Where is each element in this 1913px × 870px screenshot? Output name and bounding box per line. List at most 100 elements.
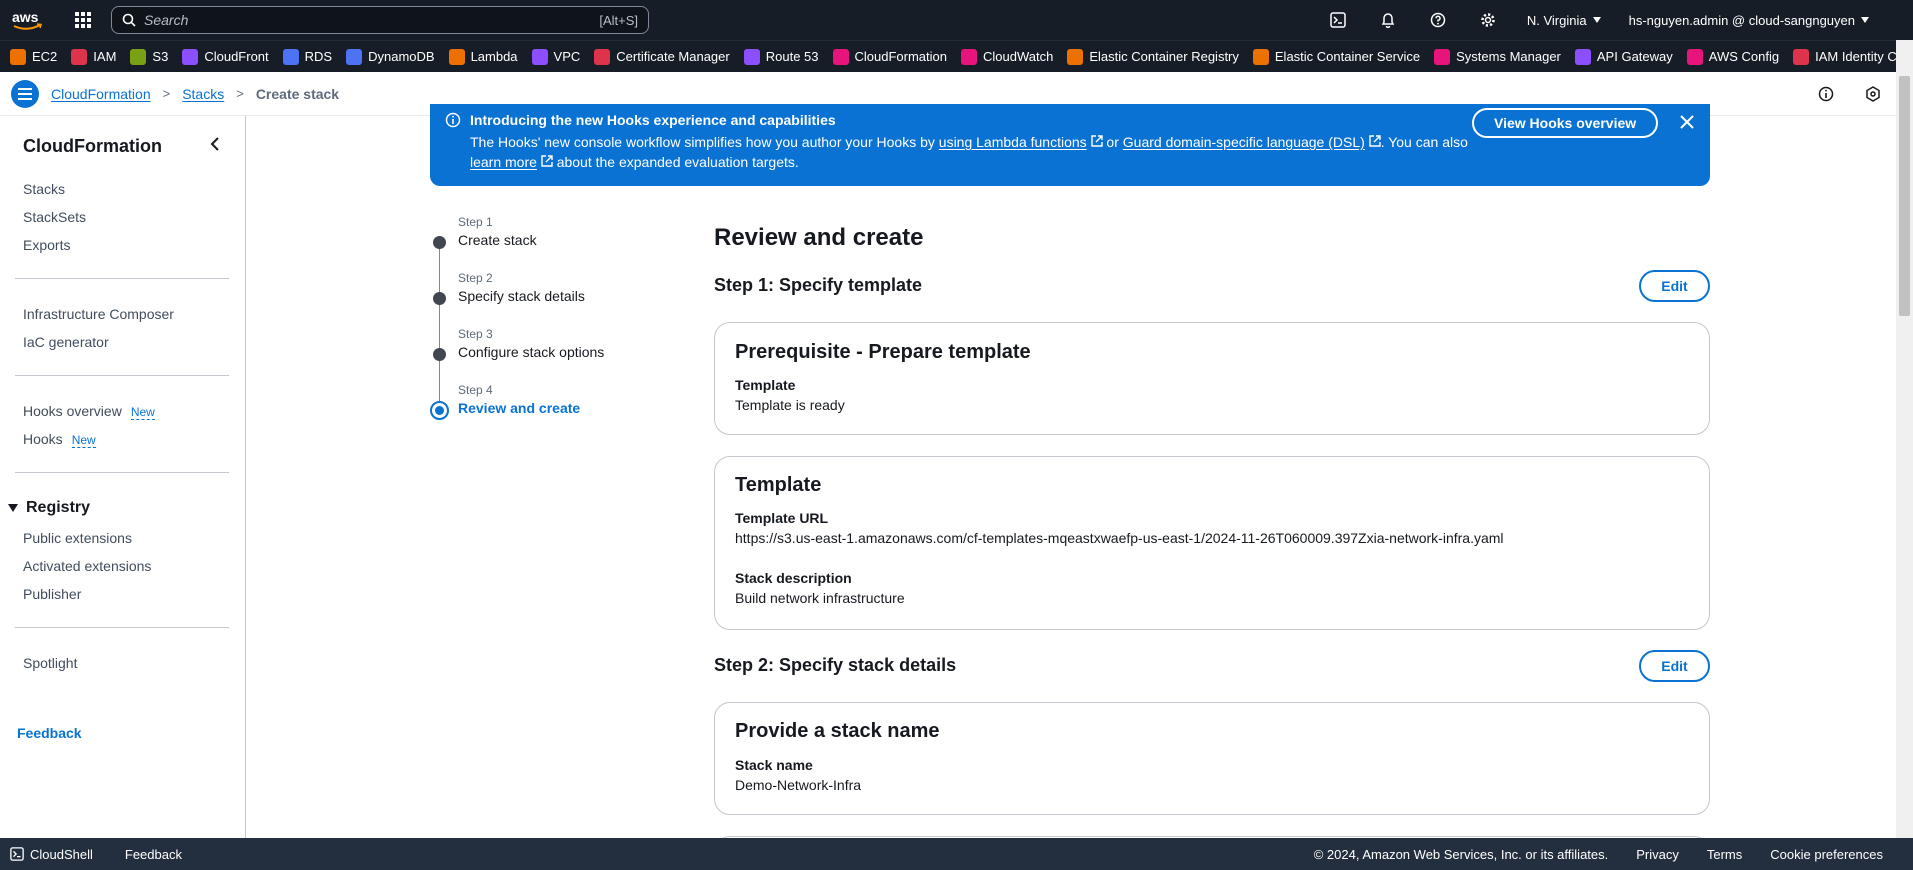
side-navigation: CloudFormation Stacks StackSets Exports … bbox=[0, 116, 246, 838]
lambda-functions-link[interactable]: using Lambda functions bbox=[939, 134, 1087, 150]
search-placeholder: Search bbox=[144, 12, 189, 28]
sidebar-item-infrastructure-composer[interactable]: Infrastructure Composer bbox=[23, 306, 174, 322]
service-icon bbox=[448, 48, 465, 65]
favorite-cloudwatch[interactable]: CloudWatch bbox=[961, 48, 1054, 65]
favorite-label: Lambda bbox=[470, 49, 518, 64]
favorite-label: Systems Manager bbox=[1456, 49, 1561, 64]
favorite-label: Elastic Container Registry bbox=[1089, 49, 1239, 64]
cloudshell-icon bbox=[10, 847, 24, 861]
cloudshell-icon[interactable] bbox=[1313, 0, 1363, 40]
page-scrollbar[interactable] bbox=[1896, 40, 1913, 870]
view-hooks-overview-button[interactable]: View Hooks overview bbox=[1472, 108, 1659, 138]
card-title: Provide a stack name bbox=[735, 720, 940, 742]
feedback-footer-button[interactable]: Feedback bbox=[125, 847, 182, 862]
menu-icon[interactable] bbox=[11, 79, 39, 108]
sidebar-item-activated-extensions[interactable]: Activated extensions bbox=[23, 558, 151, 574]
sidebar-item-hooks-overview[interactable]: Hooks overview New bbox=[23, 403, 155, 420]
favorite-ec2[interactable]: EC2 bbox=[10, 48, 57, 65]
prerequisite-card: Prerequisite - Prepare template Template… bbox=[714, 322, 1710, 435]
service-icon bbox=[10, 48, 26, 65]
info-icon[interactable] bbox=[1802, 72, 1849, 116]
wizard-step-2[interactable]: Step 2 Specify stack details bbox=[458, 271, 585, 304]
guard-dsl-link[interactable]: Guard domain-specific language (DSL) bbox=[1123, 134, 1365, 150]
favorite-rds[interactable]: RDS bbox=[282, 48, 332, 65]
caret-down-icon bbox=[8, 504, 18, 512]
service-icon bbox=[346, 48, 363, 65]
section-heading-step-2: Step 2: Specify stack details bbox=[714, 655, 957, 675]
favorite-systems-manager[interactable]: Systems Manager bbox=[1434, 48, 1561, 65]
aws-logo[interactable]: aws bbox=[0, 0, 54, 40]
favorite-label: CloudFront bbox=[204, 49, 269, 64]
region-selector[interactable]: N. Virginia bbox=[1513, 13, 1615, 28]
collapse-sidebar-icon[interactable] bbox=[205, 134, 225, 154]
sidebar-divider bbox=[15, 278, 229, 279]
favorite-label: VPC bbox=[553, 49, 581, 64]
step-label: Review and create bbox=[458, 400, 581, 416]
sidebar-item-spotlight[interactable]: Spotlight bbox=[23, 655, 77, 671]
stack-name-key: Stack name bbox=[735, 757, 813, 773]
breadcrumb-cloudformation[interactable]: CloudFormation bbox=[51, 86, 151, 102]
gear-icon[interactable] bbox=[1463, 0, 1513, 40]
favorite-label: IAM bbox=[93, 49, 117, 64]
sidebar-item-publisher[interactable]: Publisher bbox=[23, 586, 81, 602]
cloudshell-footer-button[interactable]: CloudShell bbox=[10, 847, 93, 862]
favorite-aws-config[interactable]: AWS Config bbox=[1686, 48, 1779, 65]
breadcrumb-current: Create stack bbox=[255, 85, 340, 102]
search-input[interactable]: Search [Alt+S] bbox=[111, 6, 649, 34]
privacy-link[interactable]: Privacy bbox=[1636, 847, 1679, 862]
favorite-iam[interactable]: IAM bbox=[71, 48, 117, 65]
favorite-api-gateway[interactable]: API Gateway bbox=[1574, 48, 1673, 65]
section-heading-step-1: Step 1: Specify template bbox=[714, 275, 923, 295]
template-key: Template bbox=[735, 377, 796, 393]
svg-text:aws: aws bbox=[12, 9, 39, 25]
sidebar-item-stacks[interactable]: Stacks bbox=[23, 181, 65, 197]
help-icon[interactable] bbox=[1413, 0, 1463, 40]
top-navigation: aws Search [Alt+S] N. Virginia hs-nguyen… bbox=[0, 0, 1913, 40]
edit-step-2-button[interactable]: Edit bbox=[1639, 650, 1710, 682]
scrollbar-thumb[interactable] bbox=[1899, 76, 1910, 316]
favorite-lambda[interactable]: Lambda bbox=[448, 48, 518, 65]
edit-step-1-button[interactable]: Edit bbox=[1639, 270, 1710, 302]
wizard-step-1[interactable]: Step 1 Create stack bbox=[458, 215, 537, 248]
close-icon[interactable] bbox=[1675, 110, 1699, 134]
step-current-icon bbox=[430, 401, 449, 420]
learn-more-link[interactable]: learn more bbox=[470, 154, 537, 170]
sidebar-section-registry[interactable]: Registry bbox=[8, 499, 90, 517]
favorite-iam-identity-c[interactable]: IAM Identity C bbox=[1793, 48, 1897, 65]
sidebar-item-iac-generator[interactable]: IaC generator bbox=[23, 334, 109, 350]
sidebar-item-hooks[interactable]: Hooks New bbox=[23, 431, 96, 448]
step-number: Step 4 bbox=[458, 383, 493, 397]
service-icon bbox=[1252, 48, 1269, 65]
favorite-label: IAM Identity C bbox=[1815, 49, 1897, 64]
banner-text: about the expanded evaluation targets. bbox=[552, 154, 799, 170]
step-number: Step 3 bbox=[458, 327, 493, 341]
info-icon bbox=[445, 112, 461, 131]
sidebar-item-exports[interactable]: Exports bbox=[23, 237, 70, 253]
favorite-label: CloudWatch bbox=[983, 49, 1054, 64]
favorite-cloudformation[interactable]: CloudFormation bbox=[832, 48, 947, 65]
settings-panel-icon[interactable] bbox=[1849, 72, 1896, 116]
favorite-cloudfront[interactable]: CloudFront bbox=[182, 48, 269, 65]
cookie-preferences-link[interactable]: Cookie preferences bbox=[1770, 847, 1883, 862]
step-label: Specify stack details bbox=[458, 288, 585, 304]
favorite-certificate-manager[interactable]: Certificate Manager bbox=[594, 48, 730, 65]
terms-link[interactable]: Terms bbox=[1707, 847, 1742, 862]
favorite-elastic-container-service[interactable]: Elastic Container Service bbox=[1252, 48, 1420, 65]
step-complete-icon bbox=[433, 236, 446, 249]
search-shortcut: [Alt+S] bbox=[599, 12, 638, 28]
account-menu[interactable]: hs-nguyen.admin @ cloud-sangnguyen bbox=[1615, 13, 1883, 28]
favorite-s3[interactable]: S3 bbox=[130, 48, 168, 65]
favorite-vpc[interactable]: VPC bbox=[531, 48, 581, 65]
services-menu-icon[interactable] bbox=[68, 5, 98, 35]
breadcrumb-stacks[interactable]: Stacks bbox=[182, 86, 224, 102]
sidebar-item-stacksets[interactable]: StackSets bbox=[23, 209, 86, 225]
wizard-step-3[interactable]: Step 3 Configure stack options bbox=[458, 327, 604, 360]
sidebar-item-public-extensions[interactable]: Public extensions bbox=[23, 530, 132, 546]
favorite-elastic-container-registry[interactable]: Elastic Container Registry bbox=[1067, 48, 1239, 65]
template-card: Template Template URL https://s3.us-east… bbox=[714, 456, 1710, 630]
bell-icon[interactable] bbox=[1363, 0, 1413, 40]
sidebar-feedback-link[interactable]: Feedback bbox=[17, 725, 82, 741]
sidebar-divider bbox=[15, 472, 229, 473]
favorite-route-53[interactable]: Route 53 bbox=[743, 48, 819, 65]
favorite-dynamodb[interactable]: DynamoDB bbox=[346, 48, 435, 65]
